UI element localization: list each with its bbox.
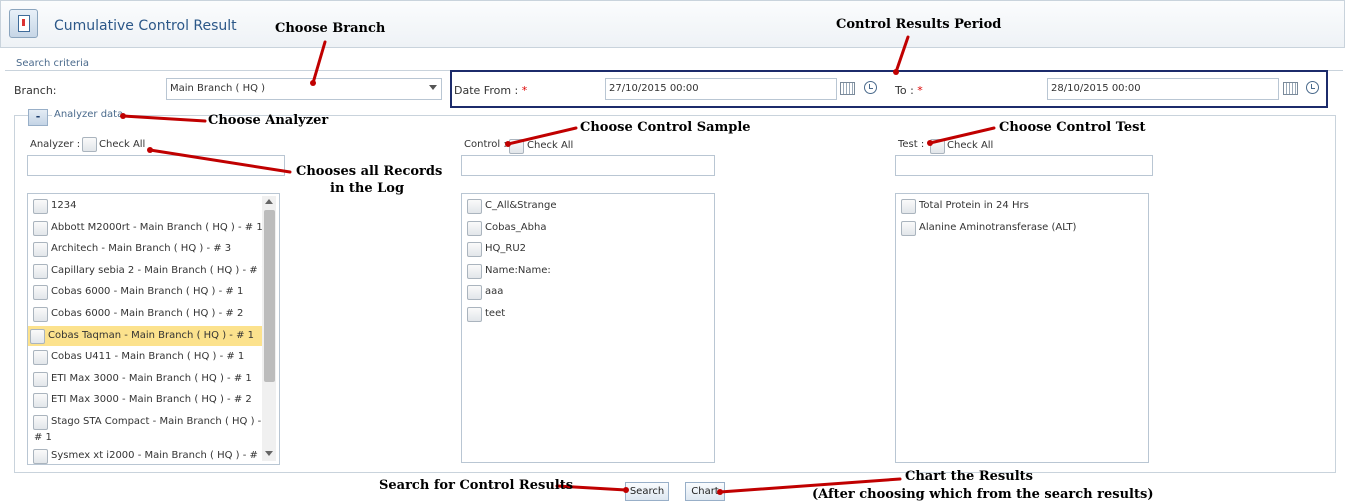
annotation-arrow	[148, 148, 292, 174]
annotation-arrow	[506, 126, 578, 146]
annotation-arrow	[311, 40, 327, 85]
annotation-choose-branch: Choose Branch	[275, 21, 386, 36]
annotation-chooses-all-records: Chooses all Records	[296, 164, 443, 179]
annotation-chart-results: Chart the Results	[905, 469, 1033, 484]
annotation-arrow	[894, 35, 910, 74]
annotation-search-for-results: Search for Control Results	[379, 478, 574, 493]
annotation-arrows	[120, 35, 996, 495]
annotation-arrow	[121, 114, 207, 123]
annotation-choose-control-sample: Choose Control Sample	[580, 120, 751, 135]
annotation-choose-analyzer: Choose Analyzer	[208, 113, 329, 128]
annotation-arrow	[928, 126, 996, 145]
annotation-in-the-log: in the Log	[330, 181, 405, 196]
annotation-choose-control-test: Choose Control Test	[999, 120, 1146, 135]
annotation-chart-results-note: (After choosing which from the search re…	[812, 487, 1154, 502]
annotation-control-results-period: Control Results Period	[836, 17, 1002, 32]
